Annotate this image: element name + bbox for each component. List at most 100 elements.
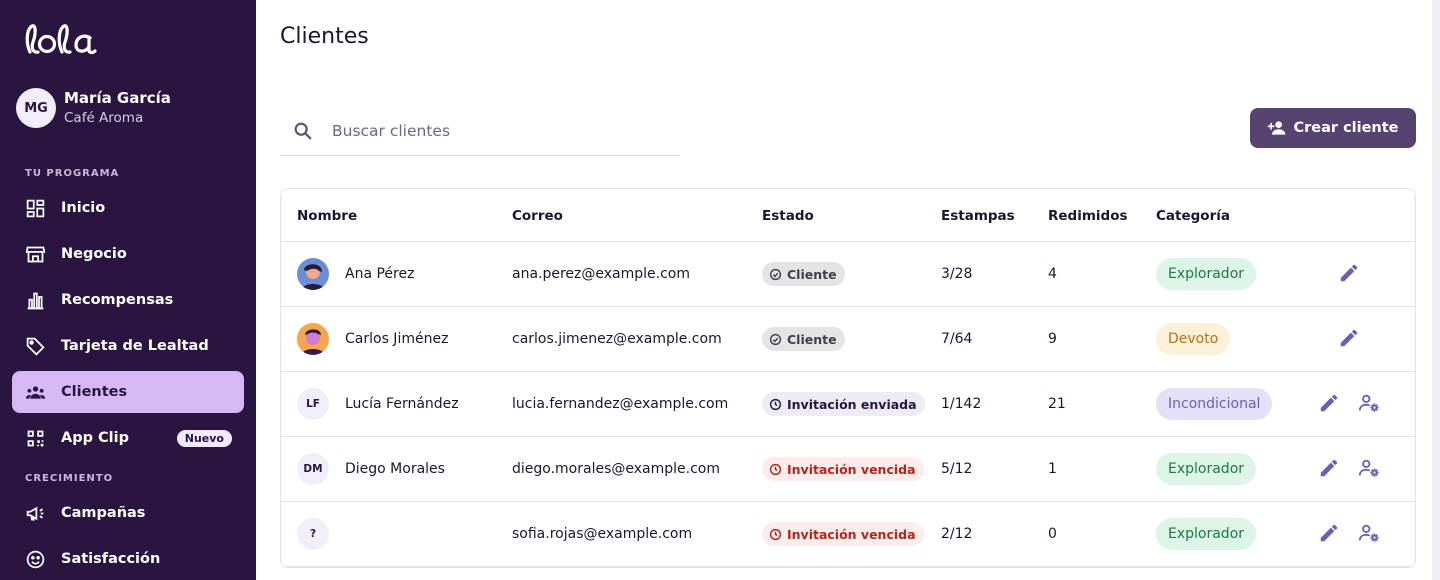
group-icon — [24, 381, 46, 403]
megaphone-icon — [24, 502, 46, 524]
column-header-name[interactable]: Nombre — [297, 208, 357, 224]
pencil-icon — [1340, 329, 1358, 347]
avatar: DM — [297, 453, 329, 485]
client-email: sofia.rojas@example.com — [512, 526, 693, 542]
manage-user-button[interactable] — [1358, 392, 1382, 416]
client-name: Lucía Fernández — [345, 396, 459, 412]
sidebar-item-label: Negocio — [61, 246, 127, 262]
user-profile[interactable]: MG María García Café Aroma — [16, 88, 171, 128]
sidebar-item-satisfaccion[interactable]: Satisfacción — [12, 538, 244, 580]
lola-logo[interactable] — [24, 22, 108, 56]
sidebar-item-recompensas[interactable]: Recompensas — [12, 279, 244, 321]
table-row[interactable]: Carlos Jiménez carlos.jimenez@example.co… — [281, 307, 1415, 372]
bar-chart-icon — [24, 289, 46, 311]
category-badge: Explorador — [1156, 518, 1257, 550]
category-badge: Devoto — [1156, 323, 1231, 355]
column-header-email[interactable]: Correo — [512, 208, 563, 224]
sidebar-item-label: Campañas — [61, 505, 146, 521]
redeemed-value: 21 — [1048, 396, 1066, 412]
table-row[interactable]: Ana Pérez ana.perez@example.com Cliente … — [281, 242, 1415, 307]
edit-button[interactable] — [1338, 262, 1362, 286]
client-email: diego.morales@example.com — [512, 461, 720, 477]
tag-icon — [24, 335, 46, 357]
business-name: Café Aroma — [64, 110, 144, 126]
client-name: Ana Pérez — [345, 266, 415, 282]
manage-user-button[interactable] — [1358, 522, 1382, 546]
pencil-icon — [1340, 264, 1358, 282]
sidebar-item-label: App Clip — [61, 430, 129, 446]
category-badge: Explorador — [1156, 258, 1257, 290]
sidebar: MG María García Café Aroma TU PROGRAMA I… — [0, 0, 256, 580]
create-client-label: Crear cliente — [1293, 120, 1399, 136]
sidebar-item-label: Tarjeta de Lealtad — [61, 338, 209, 354]
search-input[interactable] — [332, 121, 652, 140]
section-label-program: TU PROGRAMA — [25, 168, 120, 179]
status-badge: Cliente — [762, 327, 845, 351]
edit-button[interactable] — [1338, 327, 1362, 351]
create-client-button[interactable]: Crear cliente — [1250, 108, 1416, 148]
category-badge: Incondicional — [1156, 388, 1273, 420]
table-row[interactable]: LF Lucía Fernández lucia.fernandez@examp… — [281, 372, 1415, 437]
edit-button[interactable] — [1318, 392, 1342, 416]
client-email: lucia.fernandez@example.com — [512, 396, 729, 412]
table-header: Nombre Correo Estado Estampas Redimidos … — [281, 189, 1415, 242]
column-header-category[interactable]: Categoría — [1156, 208, 1230, 224]
smiley-icon — [24, 548, 46, 570]
edit-button[interactable] — [1318, 457, 1342, 481]
redeemed-value: 4 — [1048, 266, 1057, 282]
redeemed-value: 1 — [1048, 461, 1057, 477]
status-badge: Cliente — [762, 262, 845, 286]
sidebar-item-inicio[interactable]: Inicio — [12, 187, 244, 229]
avatar: ? — [297, 518, 329, 550]
manage-user-button[interactable] — [1358, 457, 1382, 481]
qr-code-icon — [24, 427, 46, 449]
redeemed-value: 0 — [1048, 526, 1057, 542]
sidebar-item-label: Satisfacción — [61, 551, 161, 567]
check-circle-icon — [769, 268, 782, 280]
section-label-growth: CRECIMIENTO — [25, 473, 114, 484]
status-badge: Invitación enviada — [762, 392, 925, 416]
search-bar[interactable] — [280, 106, 680, 156]
scrollbar[interactable] — [1432, 0, 1440, 580]
sidebar-item-app-clip[interactable]: App Clip Nuevo — [12, 417, 244, 459]
sidebar-item-label: Inicio — [61, 200, 106, 216]
avatar: LF — [297, 388, 329, 420]
user-settings-icon — [1358, 459, 1379, 477]
sidebar-item-label: Clientes — [61, 384, 128, 400]
redeemed-value: 9 — [1048, 331, 1057, 347]
client-name: Diego Morales — [345, 461, 445, 477]
avatar: MG — [16, 88, 56, 128]
check-circle-icon — [769, 333, 782, 345]
pencil-icon — [1320, 459, 1338, 477]
main-content: Clientes Crear cliente Nombre Correo Est… — [256, 0, 1432, 580]
column-header-status[interactable]: Estado — [762, 208, 814, 224]
sidebar-item-campanas[interactable]: Campañas — [12, 492, 244, 534]
table-row[interactable]: DM Diego Morales diego.morales@example.c… — [281, 437, 1415, 502]
edit-button[interactable] — [1318, 522, 1342, 546]
clock-icon — [769, 528, 782, 540]
column-header-stamps[interactable]: Estampas — [941, 208, 1015, 224]
status-badge: Invitación vencida — [762, 522, 924, 546]
client-email: ana.perez@example.com — [512, 266, 691, 282]
sidebar-item-tarjeta[interactable]: Tarjeta de Lealtad — [12, 325, 244, 367]
sidebar-item-clientes[interactable]: Clientes — [12, 371, 244, 413]
clients-table: Nombre Correo Estado Estampas Redimidos … — [280, 188, 1416, 568]
dashboard-icon — [24, 197, 46, 219]
stamps-value: 5/12 — [941, 461, 973, 477]
user-settings-icon — [1358, 524, 1379, 542]
sidebar-item-negocio[interactable]: Negocio — [12, 233, 244, 275]
user-name: María García — [64, 89, 171, 107]
pencil-icon — [1320, 394, 1338, 412]
avatar — [297, 323, 329, 355]
column-header-redeemed[interactable]: Redimidos — [1048, 208, 1128, 224]
user-settings-icon — [1358, 394, 1379, 412]
category-badge: Explorador — [1156, 453, 1257, 485]
client-email: carlos.jimenez@example.com — [512, 331, 722, 347]
table-row[interactable]: ? sofia.rojas@example.com Invitación ven… — [281, 502, 1415, 567]
avatar — [297, 258, 329, 290]
stamps-value: 2/12 — [941, 526, 973, 542]
store-icon — [24, 243, 46, 265]
sidebar-item-label: Recompensas — [61, 292, 174, 308]
client-name: Carlos Jiménez — [345, 331, 449, 347]
stamps-value: 7/64 — [941, 331, 973, 347]
